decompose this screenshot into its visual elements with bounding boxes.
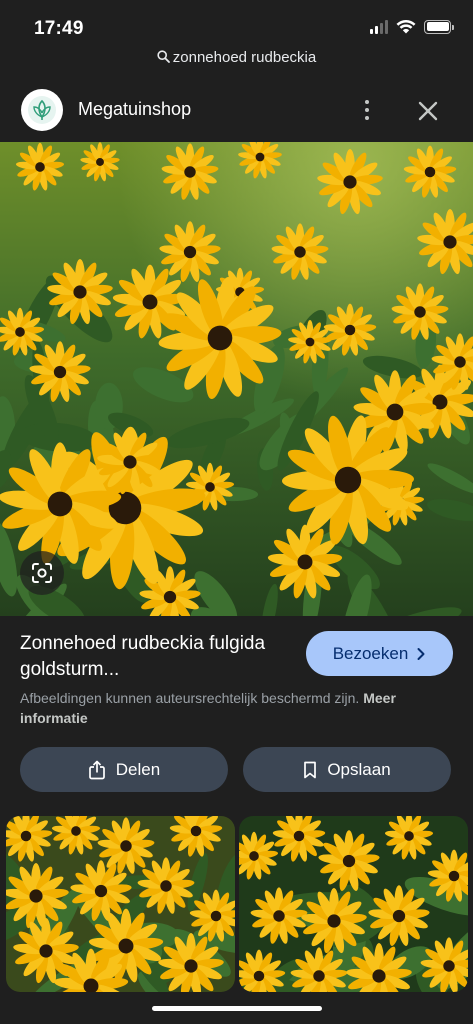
save-button-label: Opslaan — [327, 759, 391, 779]
share-icon — [88, 760, 105, 779]
search-query-text: zonnehoed rudbeckia — [172, 49, 317, 66]
leaf-logo-icon — [28, 96, 56, 124]
share-button-label: Delen — [115, 759, 161, 779]
related-images — [6, 816, 468, 994]
copyright-text: Afbeeldingen kunnen auteursrechtelijk be… — [20, 690, 360, 706]
more-vert-icon — [365, 100, 369, 104]
wifi-icon — [396, 19, 416, 34]
search-query-bar[interactable]: zonnehoed rudbeckia — [0, 49, 473, 66]
lens-button[interactable] — [20, 551, 64, 595]
visit-button-label: Bezoeken — [332, 643, 409, 663]
bookmark-icon — [304, 761, 317, 778]
related-image-1[interactable] — [6, 816, 235, 992]
home-indicator[interactable] — [152, 1006, 322, 1011]
related-image-2[interactable] — [239, 816, 468, 992]
rudbeckia-photo — [0, 142, 473, 616]
save-button[interactable]: Opslaan — [243, 747, 451, 792]
close-icon[interactable] — [414, 97, 442, 125]
result-title[interactable]: Zonnehoed rudbeckia fulgida goldsturm... — [20, 631, 290, 683]
cellular-signal-icon — [370, 19, 388, 34]
more-options-button[interactable] — [356, 96, 378, 124]
chevron-right-icon — [417, 647, 425, 660]
source-header: Megatuinshop — [0, 82, 473, 140]
search-icon — [157, 50, 170, 63]
related-photo-2 — [239, 816, 468, 992]
status-icons — [370, 19, 454, 34]
battery-icon — [424, 19, 454, 34]
share-button[interactable]: Delen — [20, 747, 228, 792]
copyright-notice: Afbeeldingen kunnen auteursrechtelijk be… — [20, 688, 460, 728]
site-name[interactable]: Megatuinshop — [78, 99, 191, 120]
main-result-image[interactable] — [0, 142, 473, 616]
lens-icon — [32, 563, 52, 583]
status-bar: 17:49 — [0, 0, 473, 56]
megatuinshop-logo[interactable] — [21, 89, 63, 131]
visit-button[interactable]: Bezoeken — [306, 631, 453, 676]
related-photo-1 — [6, 816, 235, 992]
status-time: 17:49 — [34, 18, 84, 39]
